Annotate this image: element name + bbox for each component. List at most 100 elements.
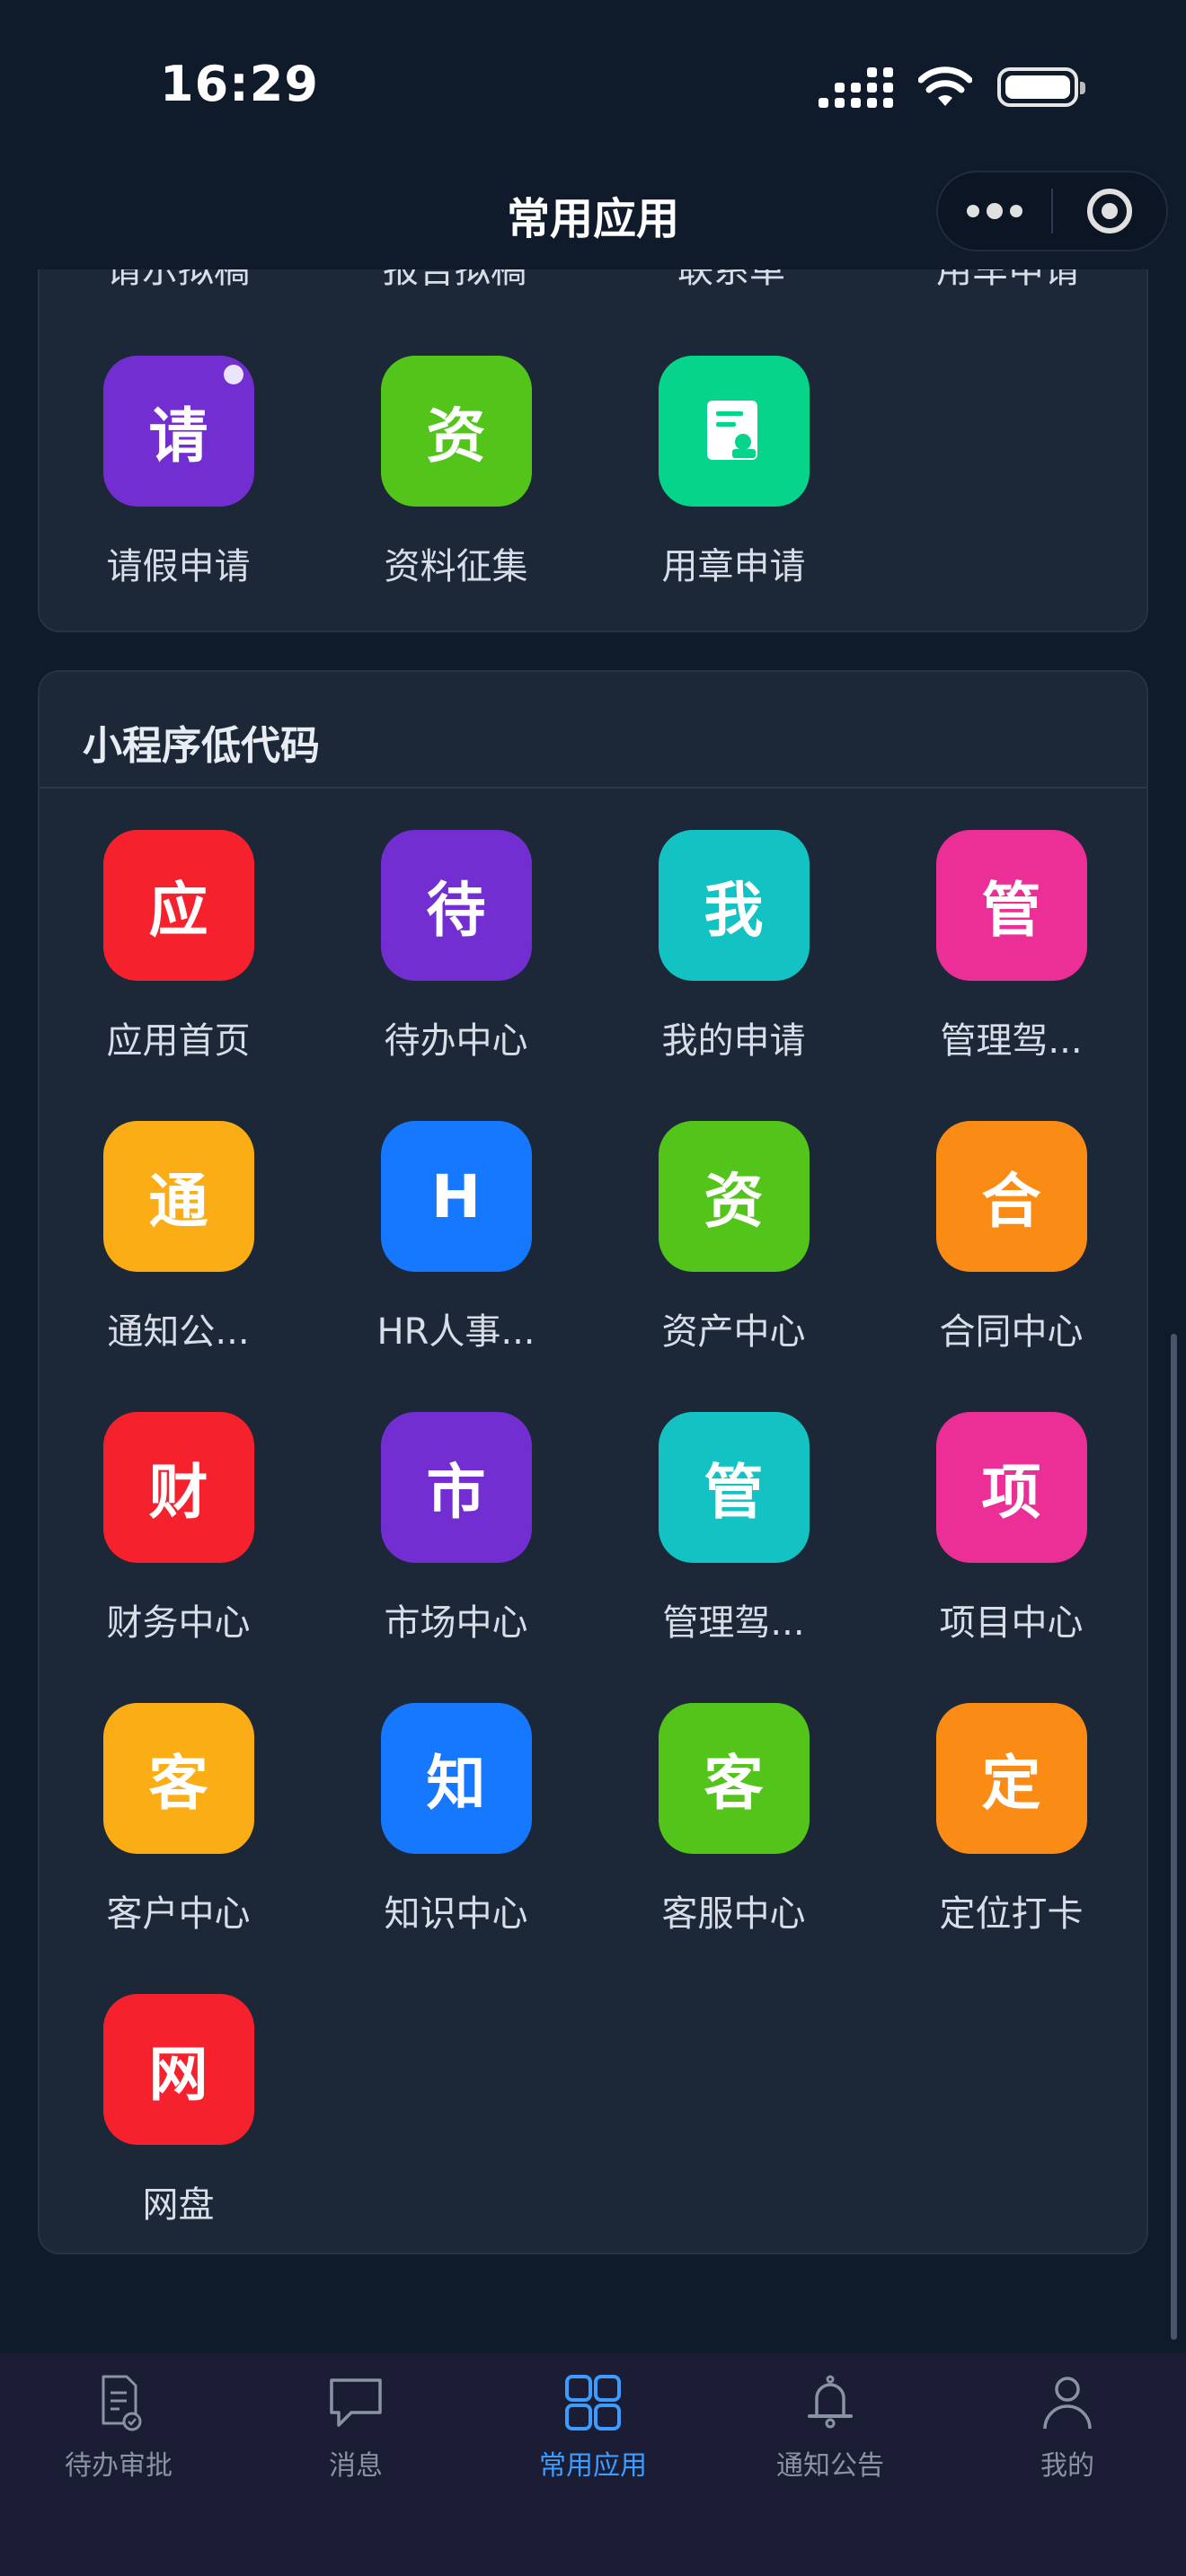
tab-common-apps[interactable]: 常用应用	[474, 2353, 712, 2576]
app-hr[interactable]: H HR人事...	[317, 1121, 595, 1412]
app-icon: 请	[102, 356, 254, 507]
app-label: 资产中心	[661, 1311, 806, 1353]
app-icon: 应	[102, 830, 254, 981]
app-icon: 管	[935, 830, 1087, 981]
app-icon	[658, 356, 810, 507]
app-knowledge-center[interactable]: 知 知识中心	[317, 1703, 595, 1994]
status-time: 16:29	[160, 56, 319, 112]
app-icon: 管	[658, 1412, 810, 1563]
app-icon: 资	[380, 356, 532, 507]
app-label: 项目中心	[939, 1602, 1084, 1644]
app-finance-center[interactable]: 财 财务中心	[40, 1412, 317, 1703]
content-area[interactable]: 请示拟稿 报告拟稿 联系单 用车申请 请 请假申请 资 资料征集 用章申请 小程…	[0, 269, 1186, 2353]
cellular-signal-icon	[819, 66, 893, 108]
app-label: 知识中心	[384, 1893, 528, 1935]
app-location-checkin[interactable]: 定 定位打卡	[872, 1703, 1150, 1994]
app-icon: 通	[102, 1121, 254, 1272]
app-icon: 合	[935, 1121, 1087, 1272]
wifi-icon	[918, 66, 972, 106]
app-material-collection[interactable]: 资 资料征集	[317, 356, 595, 647]
app-label: 财务中心	[106, 1602, 251, 1644]
app-icon: 客	[102, 1703, 254, 1854]
app-grid-icon	[565, 2375, 621, 2430]
app-label: HR人事...	[376, 1311, 535, 1353]
miniprogram-capsule	[936, 171, 1168, 251]
tab-label: 消息	[329, 2450, 383, 2482]
app-label: 合同中心	[939, 1311, 1084, 1353]
app-label: 待办中心	[384, 1020, 528, 1062]
app-label: 定位打卡	[939, 1893, 1084, 1935]
app-label: 管理驾...	[940, 1020, 1083, 1062]
app-notice[interactable]: 通 通知公...	[40, 1121, 317, 1412]
app-label[interactable]: 请示拟稿	[40, 269, 316, 298]
app-label: 客户中心	[106, 1893, 251, 1935]
tab-pending-approval[interactable]: 待办审批	[0, 2353, 237, 2576]
seal-document-icon	[706, 401, 757, 460]
lowcode-apps-card: 小程序低代码 应 应用首页 待 待办中心 我 我的申请 管 管理驾... 通 通…	[38, 670, 1148, 2254]
app-icon: 财	[102, 1412, 254, 1563]
app-home[interactable]: 应 应用首页	[40, 830, 317, 1121]
app-label: 客服中心	[661, 1893, 806, 1935]
status-icons	[819, 65, 1085, 110]
app-icon: 定	[935, 1703, 1087, 1854]
app-asset-center[interactable]: 资 资产中心	[595, 1121, 872, 1412]
app-label[interactable]: 联系单	[593, 269, 870, 298]
app-label: 应用首页	[106, 1020, 251, 1062]
app-netdisk[interactable]: 网 网盘	[40, 1994, 317, 2285]
app-service-center[interactable]: 客 客服中心	[595, 1703, 872, 1994]
app-management-cockpit-2[interactable]: 管 管理驾...	[595, 1412, 872, 1703]
app-icon: 待	[380, 830, 532, 981]
chat-bubble-icon	[330, 2378, 382, 2427]
app-label[interactable]: 用车申请	[870, 269, 1146, 298]
app-seal-request[interactable]: 用章申请	[595, 356, 872, 647]
app-icon: H	[380, 1121, 532, 1272]
bell-icon	[808, 2375, 853, 2429]
app-todo-center[interactable]: 待 待办中心	[317, 830, 595, 1121]
app-contract-center[interactable]: 合 合同中心	[872, 1121, 1150, 1412]
close-miniprogram-icon[interactable]	[1053, 189, 1166, 234]
bottom-tab-bar: 待办审批 消息 常用应用 通知公告 我的	[0, 2353, 1186, 2576]
app-project-center[interactable]: 项 项目中心	[872, 1412, 1150, 1703]
user-icon	[1043, 2377, 1092, 2430]
top-apps-card: 请示拟稿 报告拟稿 联系单 用车申请 请 请假申请 资 资料征集 用章申请	[38, 269, 1148, 632]
app-label[interactable]: 报告拟稿	[316, 269, 593, 298]
app-label: 通知公...	[107, 1311, 250, 1353]
app-icon: 市	[380, 1412, 532, 1563]
section-title: 小程序低代码	[40, 672, 1146, 789]
scrollbar[interactable]	[1171, 1334, 1177, 2340]
tab-label: 通知公告	[776, 2450, 884, 2482]
app-my-requests[interactable]: 我 我的申请	[595, 830, 872, 1121]
nav-header: 常用应用	[0, 171, 1186, 269]
tab-label: 常用应用	[539, 2450, 647, 2482]
app-icon: 资	[658, 1121, 810, 1272]
app-label: 管理驾...	[662, 1602, 805, 1644]
app-icon: 项	[935, 1412, 1087, 1563]
tab-notices[interactable]: 通知公告	[712, 2353, 949, 2576]
more-options-icon[interactable]	[938, 203, 1051, 219]
app-customer-center[interactable]: 客 客户中心	[40, 1703, 317, 1994]
approval-document-icon	[102, 2375, 142, 2431]
status-bar: 16:29	[0, 0, 1186, 171]
app-market-center[interactable]: 市 市场中心	[317, 1412, 595, 1703]
app-icon: 客	[658, 1703, 810, 1854]
app-icon: 网	[102, 1994, 254, 2145]
app-leave-request[interactable]: 请 请假申请	[40, 356, 317, 647]
app-label: 网盘	[142, 2184, 215, 2226]
tab-label: 我的	[1040, 2450, 1094, 2482]
notification-dot	[223, 365, 243, 384]
top-app-grid: 请 请假申请 资 资料征集 用章申请	[40, 356, 1146, 647]
app-label: 请假申请	[106, 546, 251, 587]
app-screen: 16:29 常用应用 请示拟稿 报告拟稿 联系单 用车申请 请 请假申请 资 资…	[0, 0, 1186, 2576]
tab-mine[interactable]: 我的	[949, 2353, 1186, 2576]
tab-label: 待办审批	[65, 2450, 173, 2482]
battery-icon	[997, 67, 1085, 107]
lowcode-app-grid: 应 应用首页 待 待办中心 我 我的申请 管 管理驾... 通 通知公... H…	[40, 830, 1146, 2285]
app-label: 用章申请	[661, 546, 806, 587]
app-label: 资料征集	[384, 546, 528, 587]
app-management-cockpit[interactable]: 管 管理驾...	[872, 830, 1150, 1121]
app-icon: 知	[380, 1703, 532, 1854]
tab-messages[interactable]: 消息	[237, 2353, 474, 2576]
app-label: 市场中心	[384, 1602, 528, 1644]
app-icon: 我	[658, 830, 810, 981]
partial-app-row: 请示拟稿 报告拟稿 联系单 用车申请	[40, 269, 1146, 298]
